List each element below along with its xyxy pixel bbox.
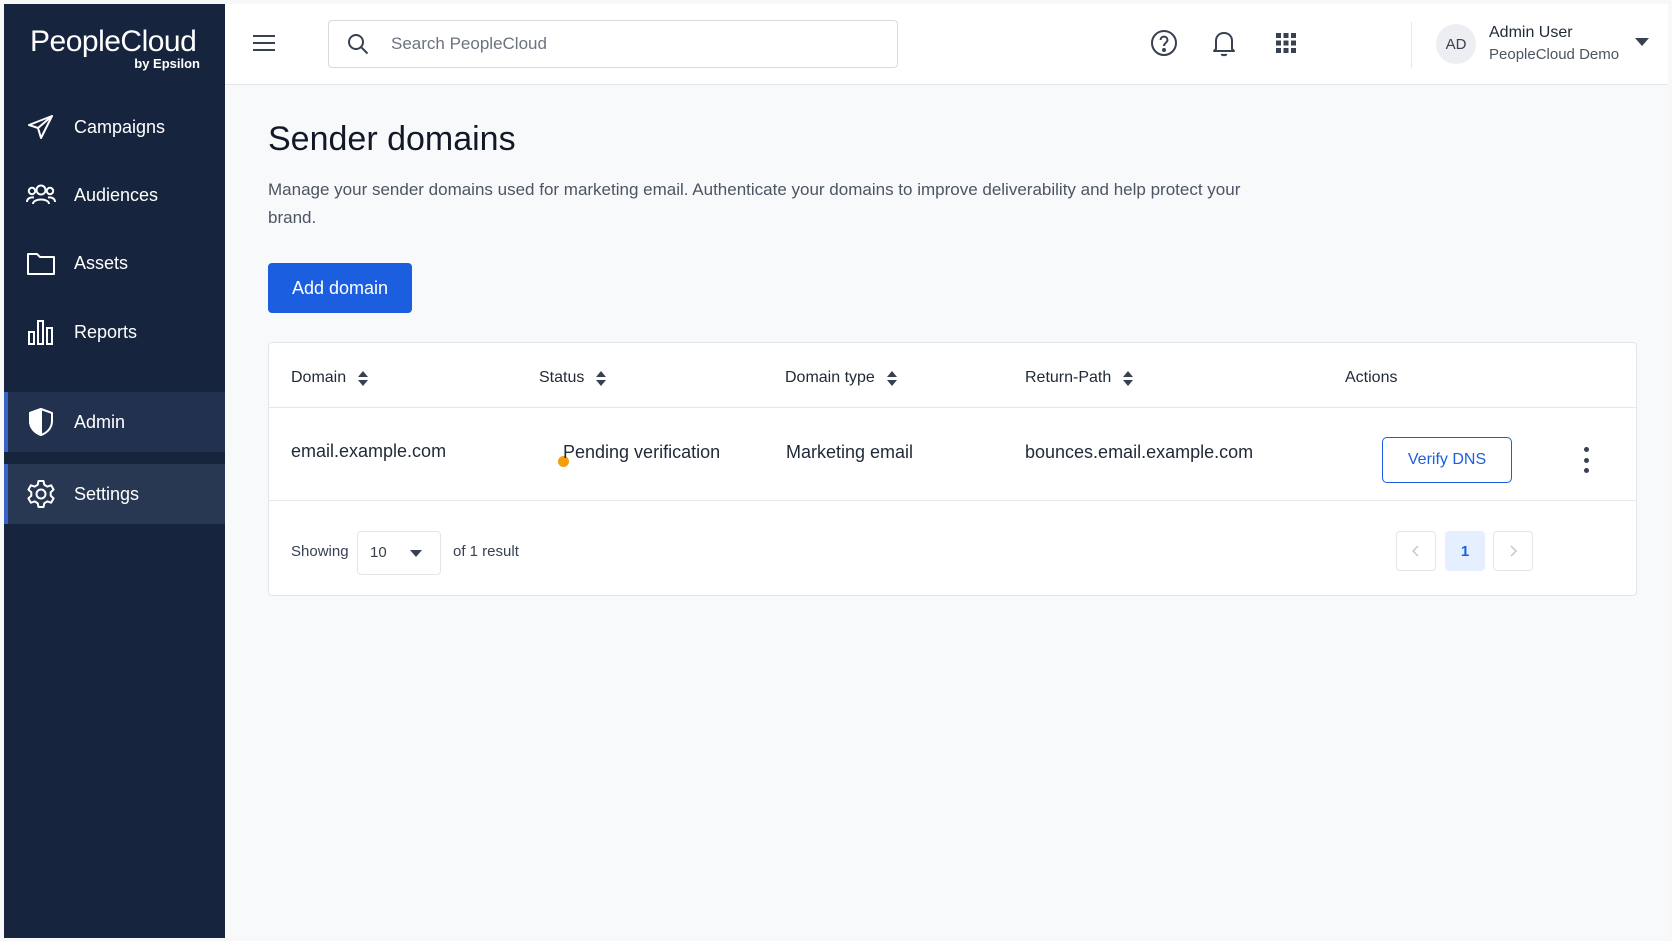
app-window: PeopleCloud by Epsilon Campaigns Audienc… bbox=[4, 4, 1668, 938]
cell-domain: email.example.com bbox=[291, 441, 447, 461]
column-header-domain-type[interactable]: Domain type bbox=[785, 369, 897, 387]
user-name[interactable]: Admin User bbox=[1489, 24, 1573, 42]
showing-label: Showing bbox=[291, 543, 349, 560]
sidebar-item-campaigns[interactable]: Campaigns bbox=[4, 97, 225, 157]
page-number-button[interactable]: 1 bbox=[1445, 531, 1485, 571]
users-icon bbox=[26, 180, 56, 210]
page-description: Manage your sender domains used for mark… bbox=[268, 180, 1241, 227]
sidebar-item-settings[interactable]: Settings bbox=[4, 464, 225, 524]
more-options-icon[interactable] bbox=[1579, 445, 1593, 475]
search-bar[interactable] bbox=[328, 20, 898, 68]
sidebar-item-assets[interactable]: Assets bbox=[4, 233, 225, 293]
next-page-button[interactable] bbox=[1493, 531, 1533, 571]
column-header-domain[interactable]: Domain bbox=[291, 369, 369, 387]
logo[interactable]: PeopleCloud by Epsilon bbox=[30, 25, 200, 72]
page-size-select[interactable]: 10 bbox=[357, 531, 441, 575]
column-header-status[interactable]: Status bbox=[539, 369, 607, 387]
column-header-return-path[interactable]: Return-Path bbox=[1025, 369, 1134, 387]
status-badge: Pending verification bbox=[563, 442, 721, 462]
active-indicator bbox=[4, 464, 8, 524]
sidebar-item-audiences[interactable]: Audiences bbox=[4, 165, 225, 225]
column-header-actions: Actions bbox=[1345, 369, 1397, 387]
chevron-down-icon[interactable] bbox=[1635, 38, 1649, 46]
logo-byline: by Epsilon bbox=[134, 56, 200, 71]
page-title: Sender domains bbox=[268, 120, 516, 158]
column-label: Domain bbox=[291, 369, 347, 386]
sidebar-item-label: Campaigns bbox=[74, 116, 166, 137]
hamburger-menu-icon[interactable] bbox=[251, 30, 277, 56]
gear-icon bbox=[26, 479, 56, 509]
sort-icon bbox=[358, 370, 369, 386]
sidebar-item-label: Assets bbox=[74, 252, 129, 273]
search-input[interactable] bbox=[389, 21, 873, 67]
folder-icon bbox=[26, 248, 56, 278]
cell-return-path: bounces.email.example.com bbox=[1025, 442, 1254, 462]
sort-icon bbox=[886, 370, 897, 386]
column-label: Return-Path bbox=[1025, 369, 1112, 386]
column-label: Status bbox=[539, 369, 585, 386]
sort-icon bbox=[1123, 370, 1134, 386]
user-org: PeopleCloud Demo bbox=[1489, 46, 1620, 63]
top-bar: AD Admin User PeopleCloud Demo bbox=[225, 4, 1668, 85]
sidebar: PeopleCloud by Epsilon Campaigns Audienc… bbox=[4, 4, 225, 938]
chevron-left-icon bbox=[1411, 545, 1419, 557]
logo-name: PeopleCloud bbox=[30, 25, 197, 58]
row-divider bbox=[269, 500, 1636, 501]
bell-icon[interactable] bbox=[1209, 28, 1239, 58]
column-label: Actions bbox=[1345, 369, 1398, 386]
result-count: of 1 result bbox=[453, 543, 519, 560]
add-domain-button[interactable]: Add domain bbox=[268, 263, 412, 313]
cell-domain-type: Marketing email bbox=[786, 442, 914, 462]
column-label: Domain type bbox=[785, 369, 875, 386]
domains-table: Domain Status Domain type Return-Path Ac… bbox=[268, 342, 1637, 596]
sort-icon bbox=[596, 370, 607, 386]
paper-plane-icon bbox=[26, 112, 56, 142]
bar-chart-icon bbox=[26, 317, 56, 347]
sidebar-item-admin[interactable]: Admin bbox=[4, 392, 225, 452]
shield-icon bbox=[26, 407, 56, 437]
chevron-right-icon bbox=[1510, 545, 1518, 557]
active-indicator bbox=[4, 392, 8, 452]
verify-dns-button[interactable]: Verify DNS bbox=[1382, 437, 1512, 483]
help-icon[interactable] bbox=[1149, 28, 1179, 58]
avatar[interactable]: AD bbox=[1436, 24, 1476, 64]
sidebar-item-reports[interactable]: Reports bbox=[4, 302, 225, 362]
topbar-divider bbox=[1411, 22, 1412, 68]
sidebar-item-label: Audiences bbox=[74, 184, 159, 205]
sidebar-item-label: Reports bbox=[74, 321, 138, 342]
prev-page-button[interactable] bbox=[1396, 531, 1436, 571]
header-divider bbox=[269, 407, 1636, 408]
chevron-down-icon bbox=[410, 550, 422, 557]
sidebar-item-label: Admin bbox=[74, 411, 126, 432]
search-icon bbox=[347, 33, 369, 60]
page-size-value: 10 bbox=[370, 544, 387, 561]
sidebar-item-label: Settings bbox=[74, 483, 140, 504]
apps-grid-icon[interactable] bbox=[1271, 28, 1301, 58]
